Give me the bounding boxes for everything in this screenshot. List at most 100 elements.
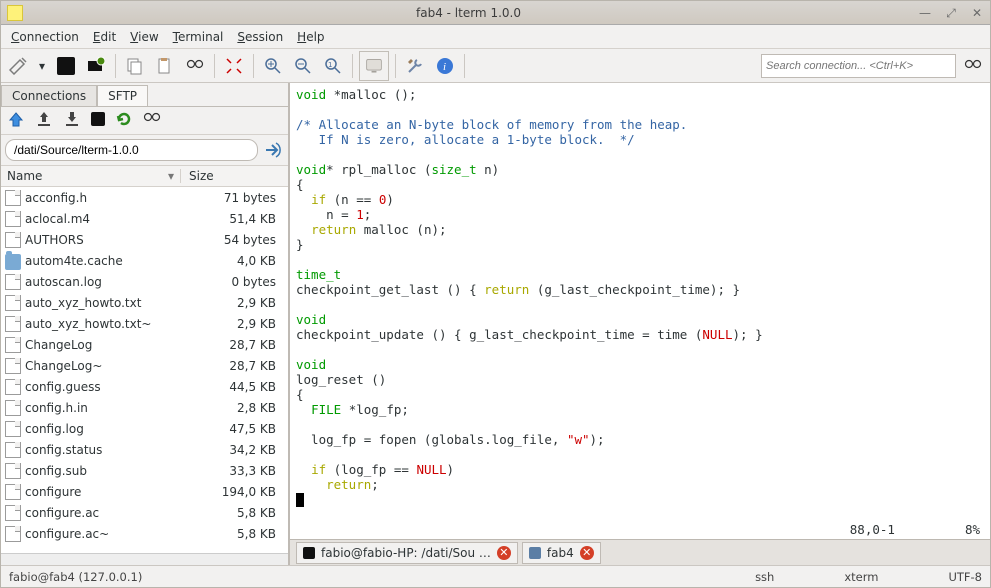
tab-connections[interactable]: Connections [1,85,97,106]
terminal-tabs: fabio@fabio-HP: /dati/Sou … ✕ fab4 ✕ [290,539,990,565]
list-item[interactable]: aclocal.m451,4 KB [1,208,288,229]
list-item[interactable]: configure194,0 KB [1,481,288,502]
list-item[interactable]: auto_xyz_howto.txt~2,9 KB [1,313,288,334]
copy-icon[interactable] [122,53,148,79]
tab-sftp[interactable]: SFTP [97,85,148,106]
file-name: config.status [25,443,206,457]
terminal-tab[interactable]: fab4 ✕ [522,542,601,564]
terminal-tab-label: fab4 [547,546,574,560]
minimize-icon[interactable]: — [918,6,932,20]
find-file-icon[interactable] [143,110,161,131]
status-encoding: UTF-8 [948,570,982,584]
list-item[interactable]: ChangeLog~28,7 KB [1,355,288,376]
menu-connection[interactable]: Connection [5,28,85,46]
file-name: auto_xyz_howto.txt~ [25,317,206,331]
maximize-icon[interactable]: ⤢ [944,6,958,20]
statusbar: fabio@fab4 (127.0.0.1) ssh xterm UTF-8 [1,565,990,587]
menu-session[interactable]: Session [231,28,289,46]
file-name: AUTHORS [25,233,206,247]
connect-icon[interactable] [5,53,31,79]
zoom-in-icon[interactable] [260,53,286,79]
file-size: 5,8 KB [206,527,284,541]
titlebar: fab4 - lterm 1.0.0 — ⤢ ✕ [1,1,990,25]
file-size: 34,2 KB [206,443,284,457]
file-icon [5,232,21,248]
list-item[interactable]: acconfig.h71 bytes [1,187,288,208]
column-header-name[interactable]: Name▾ [1,169,181,183]
file-name: autom4te.cache [25,254,206,268]
zoom-reset-icon[interactable]: 1 [320,53,346,79]
file-name: config.guess [25,380,206,394]
select-inward-icon[interactable] [221,53,247,79]
file-icon [5,211,21,227]
terminal-attach-icon[interactable] [83,53,109,79]
terminal-tab[interactable]: fabio@fabio-HP: /dati/Sou … ✕ [296,542,518,564]
file-size: 47,5 KB [206,422,284,436]
info-icon[interactable]: i [432,53,458,79]
path-input[interactable] [5,139,258,161]
list-item[interactable]: autoscan.log0 bytes [1,271,288,292]
file-name: aclocal.m4 [25,212,206,226]
search-binoculars-icon[interactable] [960,53,986,79]
terminal-icon[interactable] [53,53,79,79]
status-host: fabio@fab4 (127.0.0.1) [9,570,142,584]
list-item[interactable]: autom4te.cache4,0 KB [1,250,288,271]
file-size: 71 bytes [206,191,284,205]
file-icon [5,358,21,374]
file-size: 33,3 KB [206,464,284,478]
file-size: 28,7 KB [206,359,284,373]
host-icon [529,547,541,559]
list-item[interactable]: config.sub33,3 KB [1,460,288,481]
file-name: configure.ac~ [25,527,206,541]
menu-terminal[interactable]: Terminal [167,28,230,46]
file-name: configure [25,485,206,499]
zoom-out-icon[interactable] [290,53,316,79]
column-header-size[interactable]: Size [181,169,288,183]
close-window-icon[interactable]: ✕ [970,6,984,20]
search-connection-input[interactable] [761,54,956,78]
horizontal-scrollbar[interactable] [1,553,288,565]
file-size: 54 bytes [206,233,284,247]
close-icon[interactable]: ✕ [580,546,594,560]
code-percent: 8% [965,522,980,537]
file-icon [5,463,21,479]
menu-edit[interactable]: Edit [87,28,122,46]
file-size: 2,9 KB [206,317,284,331]
file-size: 2,9 KB [206,296,284,310]
display-icon[interactable] [359,51,389,81]
tools-icon[interactable] [402,53,428,79]
list-item[interactable]: config.h.in2,8 KB [1,397,288,418]
list-item[interactable]: config.guess44,5 KB [1,376,288,397]
file-size: 28,7 KB [206,338,284,352]
menu-help[interactable]: Help [291,28,330,46]
terminal-icon [303,547,315,559]
go-icon[interactable] [262,139,284,161]
upload-icon[interactable] [35,110,53,131]
list-item[interactable]: configure.ac~5,8 KB [1,523,288,544]
window-title: fab4 - lterm 1.0.0 [31,6,906,20]
file-icon [5,421,21,437]
status-connection: ssh [755,570,774,584]
code-position: 88,0-1 [850,522,895,537]
close-icon[interactable]: ✕ [497,546,511,560]
code-view[interactable]: void *malloc (); /* Allocate an N-byte b… [290,83,990,539]
open-terminal-icon[interactable] [91,112,105,129]
list-item[interactable]: configure.ac5,8 KB [1,502,288,523]
list-item[interactable]: config.log47,5 KB [1,418,288,439]
file-icon [5,274,21,290]
file-size: 5,8 KB [206,506,284,520]
paste-icon[interactable] [152,53,178,79]
menubar: Connection Edit View Terminal Session He… [1,25,990,49]
menu-view[interactable]: View [124,28,164,46]
refresh-icon[interactable] [115,110,133,131]
list-item[interactable]: ChangeLog28,7 KB [1,334,288,355]
svg-text:i: i [443,61,446,73]
go-up-icon[interactable] [7,110,25,131]
download-icon[interactable] [63,110,81,131]
list-item[interactable]: auto_xyz_howto.txt2,9 KB [1,292,288,313]
find-icon[interactable] [182,53,208,79]
list-item[interactable]: config.status34,2 KB [1,439,288,460]
list-item[interactable]: AUTHORS54 bytes [1,229,288,250]
dropdown-icon[interactable]: ▾ [35,53,49,79]
file-list[interactable]: acconfig.h71 bytesaclocal.m451,4 KBAUTHO… [1,187,288,553]
